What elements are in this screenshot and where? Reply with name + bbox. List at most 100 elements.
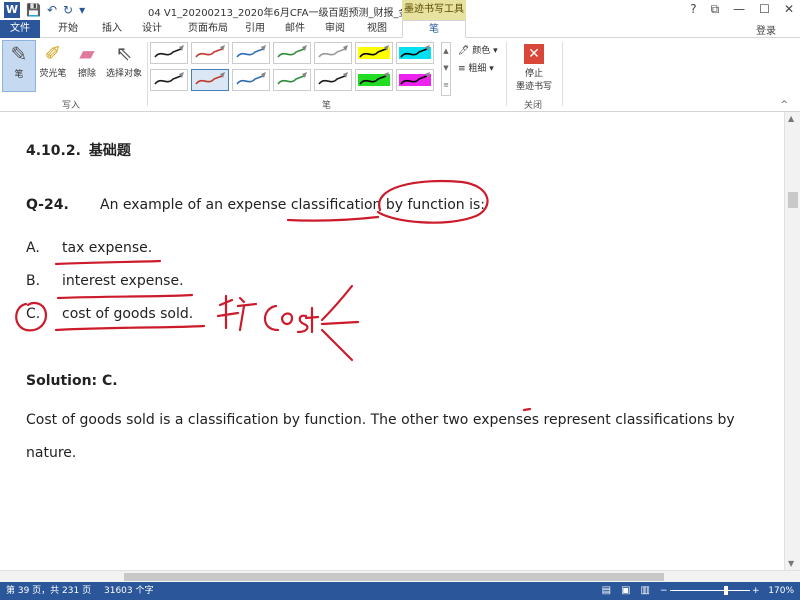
close-button[interactable]: ✕ bbox=[784, 2, 794, 17]
page-count[interactable]: 第 39 页，共 231 页 bbox=[6, 582, 91, 600]
solution-text: Cost of goods sold is a classification b… bbox=[26, 412, 735, 461]
eraser-tool-label: 擦除 bbox=[77, 69, 96, 79]
read-mode-icon[interactable]: ▤ bbox=[602, 582, 611, 600]
pen-swatch[interactable] bbox=[314, 42, 352, 64]
pen-swatch[interactable] bbox=[191, 69, 229, 91]
tab-view[interactable]: 视图 bbox=[362, 20, 392, 38]
tab-file[interactable]: 文件 bbox=[0, 20, 40, 38]
select-cursor-icon: ⇖ bbox=[115, 41, 133, 65]
vertical-scrollbar[interactable]: ▲ ▼ bbox=[784, 112, 800, 570]
horizontal-scrollbar[interactable] bbox=[0, 570, 800, 582]
document-page[interactable] bbox=[0, 112, 784, 570]
window-controls: ? ⧉ — ☐ ✕ bbox=[690, 2, 794, 17]
pen-tool-label: 笔 bbox=[14, 70, 24, 80]
question-label: Q-24. bbox=[26, 197, 69, 213]
tab-mailings[interactable]: 邮件 bbox=[280, 20, 310, 38]
save-icon[interactable]: 💾 bbox=[26, 3, 41, 17]
group-separator bbox=[147, 42, 148, 106]
section-number: 4.10.2. bbox=[26, 143, 81, 159]
pen-swatch[interactable] bbox=[396, 69, 434, 91]
word-count[interactable]: 31603 个字 bbox=[104, 582, 154, 600]
close-group-label: 关闭 bbox=[524, 101, 543, 111]
ink-tools-context-label: 墨迹书写工具 bbox=[402, 0, 466, 20]
undo-icon[interactable]: ↶ bbox=[47, 3, 57, 17]
option-text: tax expense. bbox=[62, 240, 153, 256]
eraser-icon: ▰ bbox=[79, 41, 95, 65]
pen-swatch[interactable] bbox=[150, 42, 188, 64]
section-title: 基础题 bbox=[88, 143, 131, 159]
zoom-knob[interactable] bbox=[724, 586, 728, 595]
option-letter: C. bbox=[26, 306, 41, 322]
pen-swatch[interactable] bbox=[355, 69, 393, 91]
tab-pens[interactable]: 笔 bbox=[402, 20, 466, 38]
scroll-up-icon[interactable]: ▲ bbox=[788, 114, 794, 123]
pen-swatch[interactable] bbox=[396, 42, 434, 64]
maximize-button[interactable]: ☐ bbox=[759, 2, 770, 17]
option-text: cost of goods sold. bbox=[62, 306, 194, 322]
pens-group-label: 笔 bbox=[322, 101, 332, 111]
highlighter-tool-button[interactable]: ✐ 荧光笔 bbox=[36, 40, 70, 79]
tab-references[interactable]: 引用 bbox=[240, 20, 270, 38]
stop-inking-label-2: 墨迹书写 bbox=[515, 82, 552, 92]
pen-swatch[interactable] bbox=[314, 69, 352, 91]
pen-weight-label: 粗细 bbox=[468, 64, 487, 74]
gallery-scroll[interactable]: ▲ ▼ ≡ bbox=[441, 42, 451, 96]
redo-icon[interactable]: ↻ bbox=[63, 3, 73, 17]
help-icon[interactable]: ? bbox=[690, 2, 696, 17]
status-bar: 第 39 页，共 231 页 31603 个字 ▤ ▣ ▥ − + 170% bbox=[0, 582, 800, 600]
print-layout-icon[interactable]: ▣ bbox=[621, 582, 630, 600]
pen-swatch[interactable] bbox=[232, 42, 270, 64]
ribbon-tabs: 文件 开始 插入 设计 页面布局 引用 邮件 审阅 视图 笔 bbox=[0, 20, 800, 38]
tab-review[interactable]: 审阅 bbox=[320, 20, 350, 38]
scroll-down-icon[interactable]: ▼ bbox=[788, 559, 794, 568]
close-icon: ✕ bbox=[524, 44, 544, 64]
horizontal-scrollbar-thumb[interactable] bbox=[124, 573, 664, 581]
option-letter: B. bbox=[26, 273, 41, 289]
eraser-tool-button[interactable]: ▰ 擦除 bbox=[70, 40, 104, 79]
minimize-button[interactable]: — bbox=[733, 2, 745, 17]
pen-icon: ✎ bbox=[10, 42, 28, 66]
pen-swatch[interactable] bbox=[355, 42, 393, 64]
pen-options: 🖊 颜色 ▾ ≡ 粗细 ▾ bbox=[458, 42, 498, 78]
customize-qat-icon[interactable]: ▾ bbox=[79, 3, 85, 17]
option-a: A. tax expense. bbox=[26, 240, 152, 256]
pen-gallery bbox=[150, 42, 440, 96]
sign-in-link[interactable]: 登录 bbox=[756, 22, 776, 37]
pen-swatch[interactable] bbox=[273, 69, 311, 91]
tab-design[interactable]: 设计 bbox=[134, 20, 170, 38]
title-bar: W 💾 ↶ ↻ ▾ 04 V1_20200213_2020年6月CFA一级百题预… bbox=[0, 0, 800, 20]
question: Q-24. An example of an expense classifica… bbox=[26, 197, 485, 213]
tab-home[interactable]: 开始 bbox=[48, 20, 88, 38]
pen-color-label: 颜色 bbox=[472, 46, 491, 56]
highlighter-tool-label: 荧光笔 bbox=[39, 69, 67, 79]
pen-weight-dropdown[interactable]: ≡ 粗细 ▾ bbox=[458, 60, 498, 78]
pen-color-dropdown[interactable]: 🖊 颜色 ▾ bbox=[458, 42, 498, 60]
web-layout-icon[interactable]: ▥ bbox=[641, 582, 650, 600]
question-text: An example of an expense classification … bbox=[100, 197, 486, 213]
pen-tool-button[interactable]: ✎ 笔 bbox=[2, 40, 36, 92]
pen-swatch[interactable] bbox=[273, 42, 311, 64]
zoom-level[interactable]: 170% bbox=[768, 582, 794, 600]
group-separator bbox=[562, 42, 563, 106]
option-text: interest expense. bbox=[62, 273, 184, 289]
write-group-label: 写入 bbox=[62, 101, 81, 111]
zoom-out-icon[interactable]: − bbox=[660, 582, 668, 600]
tab-layout[interactable]: 页面布局 bbox=[178, 20, 238, 38]
option-b: B. interest expense. bbox=[26, 273, 184, 289]
zoom-track[interactable] bbox=[670, 590, 750, 591]
pen-swatch[interactable] bbox=[150, 69, 188, 91]
pen-swatch[interactable] bbox=[232, 69, 270, 91]
highlighter-icon: ✐ bbox=[44, 41, 62, 65]
select-objects-button[interactable]: ⇖ 选择对象 bbox=[104, 40, 144, 79]
pen-swatch[interactable] bbox=[191, 42, 229, 64]
ribbon-display-icon[interactable]: ⧉ bbox=[711, 2, 720, 17]
section-heading: 4.10.2. 基础题 bbox=[26, 140, 131, 160]
quick-access-toolbar: W 💾 ↶ ↻ ▾ bbox=[4, 2, 85, 18]
zoom-in-icon[interactable]: + bbox=[752, 582, 760, 600]
collapse-ribbon-icon[interactable]: ^ bbox=[780, 100, 788, 110]
stop-inking-label-1: 停止 bbox=[524, 69, 543, 79]
tab-insert[interactable]: 插入 bbox=[92, 20, 132, 38]
group-separator bbox=[506, 42, 507, 106]
scrollbar-thumb[interactable] bbox=[788, 192, 798, 208]
stop-inking-button[interactable]: ✕ 停止 墨迹书写 bbox=[512, 42, 556, 92]
